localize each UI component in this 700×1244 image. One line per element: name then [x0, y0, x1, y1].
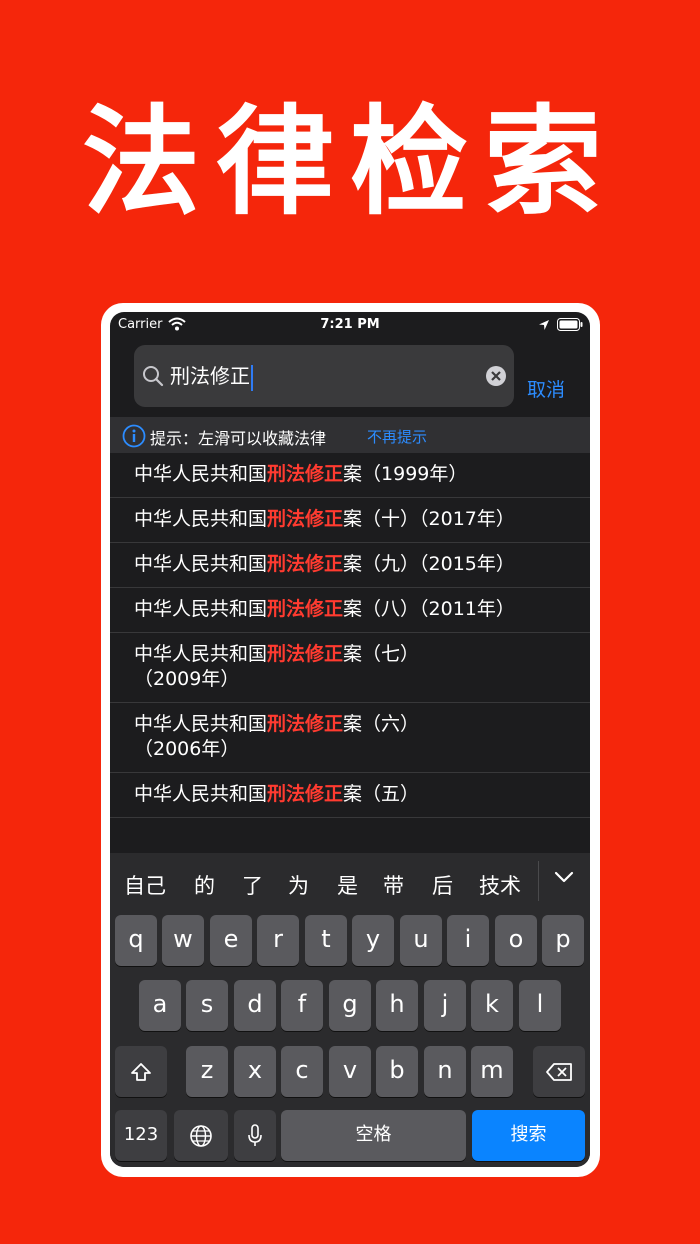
key-h[interactable]: h [376, 980, 418, 1031]
candidate-word[interactable]: 的 [194, 870, 215, 900]
key-r[interactable]: r [257, 915, 299, 966]
tip-text: 提示：左滑可以收藏法律 [150, 429, 327, 448]
candidate-word[interactable]: 了 [242, 870, 263, 900]
list-item[interactable]: 中华人民共和国刑法修正案（十）（2017年） [110, 498, 590, 543]
key-v[interactable]: v [329, 1046, 371, 1097]
search-icon [143, 366, 164, 387]
key-k[interactable]: k [471, 980, 513, 1031]
status-bar: Carrier 7:21 PM [110, 312, 590, 338]
result-highlight: 刑法修正 [267, 643, 344, 665]
result-title-suffix: 案（十）（2017年） [343, 508, 515, 530]
results-list: 中华人民共和国刑法修正案（1999年） 中华人民共和国刑法修正案（十）（2017… [110, 453, 590, 818]
result-title-suffix: 案（九）（2015年） [343, 553, 515, 575]
result-title-prefix: 中华人民共和国 [134, 598, 268, 620]
key-f[interactable]: f [281, 980, 323, 1031]
key-y[interactable]: y [352, 915, 394, 966]
result-title-prefix: 中华人民共和国 [134, 553, 268, 575]
microphone-icon [248, 1123, 262, 1146]
list-item[interactable]: 中华人民共和国刑法修正案（六）（2006年） [110, 703, 590, 773]
info-icon [122, 424, 146, 448]
search-key[interactable]: 搜索 [472, 1110, 585, 1161]
delete-key[interactable] [533, 1046, 585, 1097]
phone-screen: Carrier 7:21 PM 刑法修正 取消 提示：左滑可以收藏法律 不再提示… [110, 312, 590, 1167]
result-highlight: 刑法修正 [267, 508, 344, 530]
status-time: 7:21 PM [320, 317, 380, 332]
candidate-divider [538, 861, 539, 901]
candidate-word[interactable]: 带 [383, 870, 404, 900]
key-x[interactable]: x [234, 1046, 276, 1097]
key-j[interactable]: j [424, 980, 466, 1031]
tip-bar: 提示：左滑可以收藏法律 不再提示 [110, 417, 590, 453]
cancel-button[interactable]: 取消 [527, 375, 565, 402]
dismiss-tip-button[interactable]: 不再提示 [367, 426, 427, 447]
candidate-word[interactable]: 为 [288, 870, 309, 900]
keyboard: 自己 的 了 为 是 带 后 技术 q w e r t y u i o p a … [110, 853, 590, 1167]
key-i[interactable]: i [447, 915, 489, 966]
result-title-suffix: 案（八）（2011年） [343, 598, 515, 620]
result-highlight: 刑法修正 [267, 783, 344, 805]
candidate-word[interactable]: 后 [432, 870, 453, 900]
list-item[interactable]: 中华人民共和国刑法修正案（1999年） [110, 453, 590, 498]
dictation-key[interactable] [234, 1110, 276, 1161]
chevron-down-icon[interactable] [554, 870, 574, 884]
list-item[interactable]: 中华人民共和国刑法修正案（八）（2011年） [110, 588, 590, 633]
list-item[interactable]: 中华人民共和国刑法修正案（五） [110, 773, 590, 818]
key-b[interactable]: b [376, 1046, 418, 1097]
numbers-key[interactable]: 123 [115, 1110, 167, 1161]
text-caret [251, 364, 253, 391]
result-highlight: 刑法修正 [267, 553, 344, 575]
key-o[interactable]: o [495, 915, 537, 966]
key-z[interactable]: z [186, 1046, 228, 1097]
key-p[interactable]: p [542, 915, 584, 966]
shift-key[interactable] [115, 1046, 167, 1097]
result-highlight: 刑法修正 [267, 598, 344, 620]
list-item[interactable]: 中华人民共和国刑法修正案（七）（2009年） [110, 633, 590, 703]
hero-title: 法律检索 [81, 93, 618, 231]
result-title-prefix: 中华人民共和国 [134, 783, 268, 805]
result-title-suffix: 案（1999年） [343, 463, 468, 485]
result-title-prefix: 中华人民共和国 [134, 463, 268, 485]
battery-icon [557, 318, 583, 331]
key-d[interactable]: d [234, 980, 276, 1031]
clear-icon[interactable] [485, 365, 507, 387]
key-a[interactable]: a [139, 980, 181, 1031]
key-n[interactable]: n [424, 1046, 466, 1097]
key-t[interactable]: t [305, 915, 347, 966]
result-highlight: 刑法修正 [267, 463, 344, 485]
key-q[interactable]: q [115, 915, 157, 966]
candidate-bar: 自己 的 了 为 是 带 后 技术 [110, 853, 590, 913]
key-e[interactable]: e [210, 915, 252, 966]
space-key[interactable]: 空格 [281, 1110, 466, 1161]
search-field[interactable]: 刑法修正 [134, 345, 514, 407]
key-c[interactable]: c [281, 1046, 323, 1097]
candidate-word[interactable]: 技术 [479, 870, 521, 900]
backspace-icon [546, 1062, 572, 1081]
globe-icon [190, 1124, 212, 1147]
search-area: 刑法修正 取消 [110, 338, 590, 417]
candidate-word[interactable]: 是 [337, 870, 358, 900]
list-item[interactable]: 中华人民共和国刑法修正案（九）（2015年） [110, 543, 590, 588]
key-m[interactable]: m [471, 1046, 513, 1097]
key-u[interactable]: u [400, 915, 442, 966]
globe-key[interactable] [174, 1110, 228, 1161]
result-title-prefix: 中华人民共和国 [134, 643, 268, 665]
result-highlight: 刑法修正 [267, 713, 344, 735]
result-title-suffix: 案（五） [343, 783, 420, 805]
key-g[interactable]: g [329, 980, 371, 1031]
location-icon [539, 320, 549, 330]
result-title-prefix: 中华人民共和国 [134, 508, 268, 530]
key-w[interactable]: w [162, 915, 204, 966]
candidate-word[interactable]: 自己 [124, 870, 166, 900]
result-title-prefix: 中华人民共和国 [134, 713, 268, 735]
key-s[interactable]: s [186, 980, 228, 1031]
key-l[interactable]: l [519, 980, 561, 1031]
search-input[interactable]: 刑法修正 [170, 361, 253, 391]
shift-icon [131, 1062, 151, 1081]
